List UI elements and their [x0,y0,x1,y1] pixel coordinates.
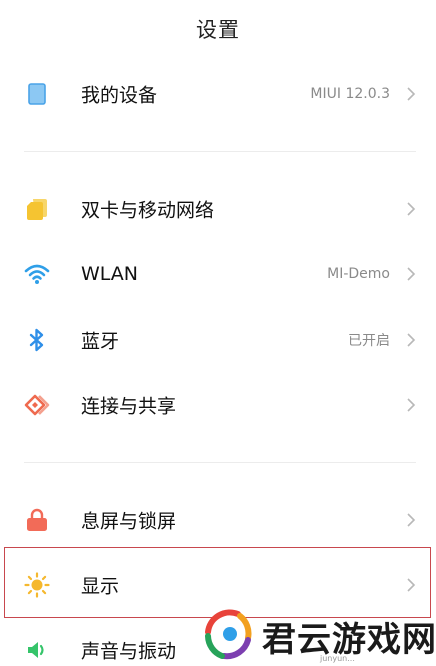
settings-item-label: 蓝牙 [81,330,120,353]
speaker-icon [24,637,50,663]
sim-card-icon [24,196,50,222]
watermark-logo: 君云游戏网 junyun... [196,602,436,666]
bluetooth-status-value: 已开启 [348,333,390,349]
settings-item-label: WLAN [81,263,139,285]
connection-share-icon [24,392,50,418]
settings-item-label: 连接与共享 [81,395,177,418]
lock-icon [24,507,50,533]
settings-item-my-device[interactable]: 我的设备 MIUI 12.0.3 [0,64,436,124]
chevron-right-icon [407,87,416,101]
wlan-network-value: MI-Demo [327,266,390,282]
settings-item-label: 我的设备 [81,84,158,107]
chevron-right-icon [407,333,416,347]
chevron-right-icon [407,202,416,216]
settings-item-sim-network[interactable]: 双卡与移动网络 [0,179,436,239]
device-icon [24,81,50,107]
settings-item-label: 双卡与移动网络 [81,199,215,222]
bluetooth-icon [24,327,50,353]
page-title: 设置 [196,18,240,42]
miui-version-value: MIUI 12.0.3 [310,86,390,102]
settings-item-connection-sharing[interactable]: 连接与共享 [0,375,436,435]
settings-item-wlan[interactable]: WLAN MI-Demo [0,244,436,304]
section-divider [24,151,416,152]
settings-item-label: 声音与振动 [81,640,177,663]
chevron-right-icon [407,513,416,527]
watermark-emblem-icon [205,609,252,660]
settings-item-bluetooth[interactable]: 蓝牙 已开启 [0,310,436,370]
watermark-subtext: junyun... [320,654,355,663]
settings-item-label: 息屏与锁屏 [81,510,177,533]
chevron-right-icon [407,398,416,412]
settings-screen: 设置 我的设备 MIUI 12.0.3 双卡与移动网络 WLAN MI-Demo… [0,0,436,666]
chevron-right-icon [407,267,416,281]
section-divider [24,462,416,463]
settings-item-lock-screen[interactable]: 息屏与锁屏 [0,490,436,550]
wifi-icon [24,261,50,287]
